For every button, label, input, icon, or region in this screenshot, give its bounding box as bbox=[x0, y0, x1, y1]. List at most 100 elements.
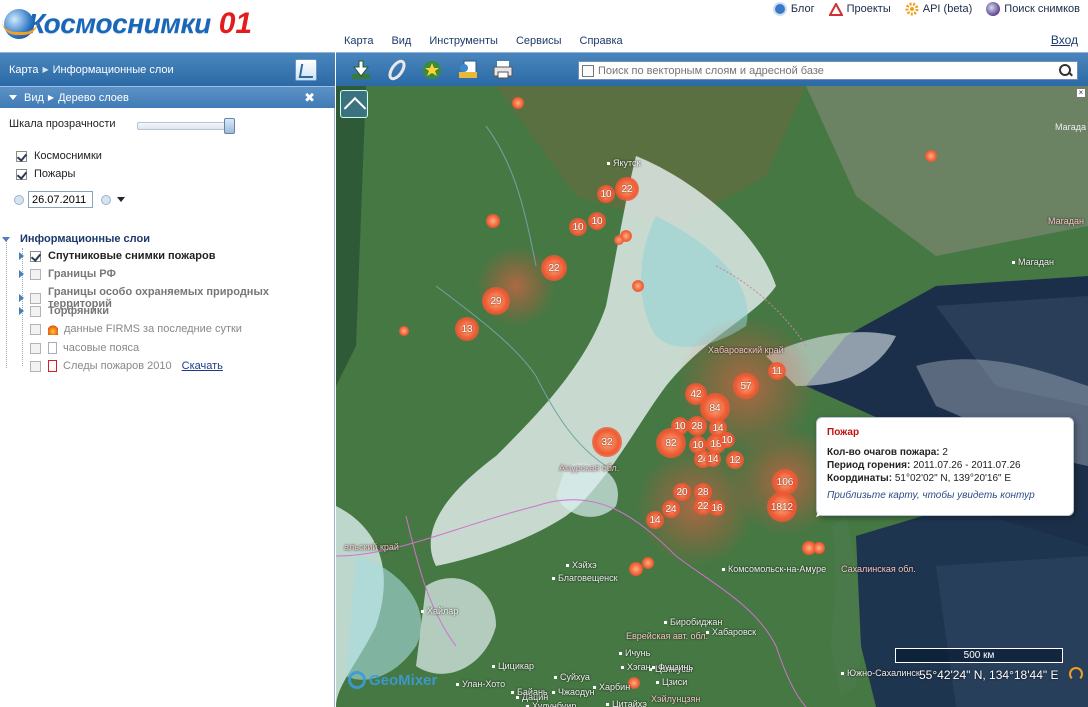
fire-marker-small[interactable] bbox=[399, 326, 409, 336]
transparency-slider-thumb[interactable] bbox=[224, 118, 235, 134]
fire-marker-small[interactable] bbox=[629, 562, 643, 576]
fire-marker[interactable]: 14 bbox=[646, 511, 664, 529]
paperclip-icon[interactable] bbox=[385, 58, 409, 82]
fire-marker[interactable]: 22 bbox=[615, 177, 639, 201]
menu-tools[interactable]: Инструменты bbox=[429, 35, 498, 47]
fire-marker-small[interactable] bbox=[486, 214, 500, 228]
fire-marker[interactable]: 10 bbox=[719, 432, 735, 448]
fire-marker[interactable]: 10 bbox=[569, 218, 587, 236]
login-link[interactable]: Вход bbox=[1051, 33, 1078, 47]
date-next-icon[interactable] bbox=[101, 194, 111, 205]
download-icon[interactable] bbox=[349, 58, 373, 82]
city-label: Улан-Хото bbox=[456, 679, 505, 689]
api-link[interactable]: API (beta) bbox=[905, 2, 972, 16]
fire-marker[interactable]: 12 bbox=[726, 451, 744, 469]
fire-marker-small[interactable] bbox=[512, 97, 524, 109]
fire-marker[interactable]: 32 bbox=[592, 427, 622, 457]
breadcrumb-map[interactable]: Карта bbox=[9, 64, 38, 76]
fire-marker[interactable]: 82 bbox=[656, 428, 686, 458]
layer-expander-icon[interactable] bbox=[19, 307, 24, 315]
map-navigation-icon[interactable] bbox=[340, 90, 368, 118]
projects-link[interactable]: Проекты bbox=[828, 2, 891, 16]
layer-tree-title: Вид ▶ Дерево слоев bbox=[24, 92, 129, 104]
collapse-triangle-icon[interactable] bbox=[9, 95, 17, 100]
layer-expander-icon[interactable] bbox=[19, 270, 24, 278]
kosmosnimki-checkbox[interactable] bbox=[16, 150, 27, 162]
layer-item[interactable]: Спутниковые снимки пожаров bbox=[19, 250, 216, 262]
layer-checkbox[interactable] bbox=[30, 323, 41, 335]
layer-checkbox[interactable] bbox=[30, 292, 41, 304]
search-icon[interactable] bbox=[1059, 63, 1073, 78]
logo[interactable]: Космоснимки 01 bbox=[2, 2, 252, 46]
fire-marker[interactable]: 1812 bbox=[767, 492, 797, 522]
fire-marker[interactable]: 57 bbox=[733, 373, 759, 399]
fire-marker-small[interactable] bbox=[614, 235, 624, 245]
export-icon[interactable] bbox=[456, 58, 480, 82]
base-layer-fires[interactable]: Пожары bbox=[16, 168, 75, 180]
header: Космоснимки 01 Блог Проекты API (beta) П… bbox=[0, 0, 1088, 52]
image-search-link[interactable]: Поиск снимков bbox=[986, 2, 1080, 16]
layer-checkbox[interactable] bbox=[30, 250, 41, 262]
edit-map-icon[interactable] bbox=[295, 59, 317, 81]
fire-marker[interactable]: 24 bbox=[662, 500, 680, 518]
fire-marker[interactable]: 10 bbox=[588, 212, 606, 230]
layer-checkbox[interactable] bbox=[30, 268, 41, 280]
fire-marker-small[interactable] bbox=[813, 542, 825, 554]
fires-checkbox[interactable] bbox=[16, 168, 27, 180]
print-icon[interactable] bbox=[491, 58, 515, 82]
city-dot-icon bbox=[492, 665, 495, 669]
fire-marker[interactable]: 13 bbox=[455, 317, 479, 341]
search-input[interactable] bbox=[594, 62, 1059, 79]
layer-item[interactable]: Границы РФ bbox=[19, 268, 116, 280]
map-view[interactable]: 22 10 10 10 22 29 13 57 11 42 84 10 28 14 82 10 18 10 24 14… bbox=[336, 86, 1088, 707]
download-link[interactable]: Скачать bbox=[182, 360, 223, 372]
fire-marker[interactable]: 106 bbox=[772, 469, 798, 495]
map-edge-label: Магада bbox=[1055, 122, 1086, 132]
fire-marker[interactable]: 20 bbox=[673, 483, 691, 501]
layer-item[interactable]: данные FIRMS за последние сутки bbox=[30, 323, 242, 335]
map-close-icon[interactable]: × bbox=[1076, 88, 1086, 98]
fire-marker-small[interactable] bbox=[642, 557, 654, 569]
transparency-slider[interactable] bbox=[137, 118, 235, 134]
tree-root-expander-icon[interactable] bbox=[2, 236, 10, 242]
map-label-text: Хабаровский край bbox=[708, 345, 784, 355]
fire-marker[interactable]: 29 bbox=[482, 287, 510, 315]
layer-expander-icon[interactable] bbox=[19, 294, 24, 302]
layer-checkbox[interactable] bbox=[30, 305, 41, 317]
layer-item[interactable]: Следы пожаров 2010 Скачать bbox=[30, 360, 223, 372]
menu-bar: Карта Вид Инструменты Сервисы Справка Вх… bbox=[336, 30, 1088, 52]
date-dropdown-icon[interactable] bbox=[117, 197, 125, 202]
layer-expander-icon[interactable] bbox=[19, 252, 24, 260]
layer-item[interactable]: Торфяники bbox=[19, 305, 109, 317]
layer-checkbox[interactable] bbox=[30, 360, 41, 372]
base-layer-kosmosnimki[interactable]: Космоснимки bbox=[16, 150, 102, 162]
tree-root[interactable]: Информационные слои bbox=[2, 233, 150, 245]
map-label-text: Хэган bbox=[627, 662, 651, 672]
fire-marker[interactable]: 10 bbox=[597, 185, 615, 203]
fire-marker-small[interactable] bbox=[632, 280, 644, 292]
menu-services[interactable]: Сервисы bbox=[516, 35, 562, 47]
fire-marker[interactable]: 11 bbox=[768, 362, 786, 380]
blog-link[interactable]: Блог bbox=[772, 2, 815, 16]
layer-item[interactable]: часовые пояса bbox=[30, 342, 139, 354]
map-label-text: Фуцзинь bbox=[658, 662, 694, 672]
layer-checkbox[interactable] bbox=[30, 342, 41, 354]
date-input[interactable] bbox=[28, 191, 93, 208]
coordinate-format-icon[interactable] bbox=[1069, 667, 1083, 681]
close-icon[interactable]: ✖ bbox=[304, 90, 315, 106]
fire-marker[interactable]: 22 bbox=[541, 255, 567, 281]
menu-map[interactable]: Карта bbox=[344, 35, 373, 47]
menu-help[interactable]: Справка bbox=[580, 35, 623, 47]
top-links: Блог Проекты API (beta) Поиск снимков bbox=[772, 2, 1080, 16]
search-checkbox[interactable] bbox=[582, 64, 594, 77]
popup-coords-row: Координаты: 51°02'02" N, 139°20'16" E bbox=[827, 472, 1063, 485]
menu-view[interactable]: Вид bbox=[391, 35, 411, 47]
fire-marker[interactable]: 28 bbox=[687, 416, 707, 436]
star-icon[interactable] bbox=[420, 58, 444, 82]
date-selector bbox=[14, 191, 125, 208]
fire-marker[interactable]: 14 bbox=[705, 451, 721, 467]
fire-marker-small[interactable] bbox=[925, 150, 937, 162]
fire-marker[interactable]: 16 bbox=[709, 500, 725, 516]
city-dot-icon bbox=[841, 672, 844, 676]
date-prev-icon[interactable] bbox=[14, 194, 24, 205]
